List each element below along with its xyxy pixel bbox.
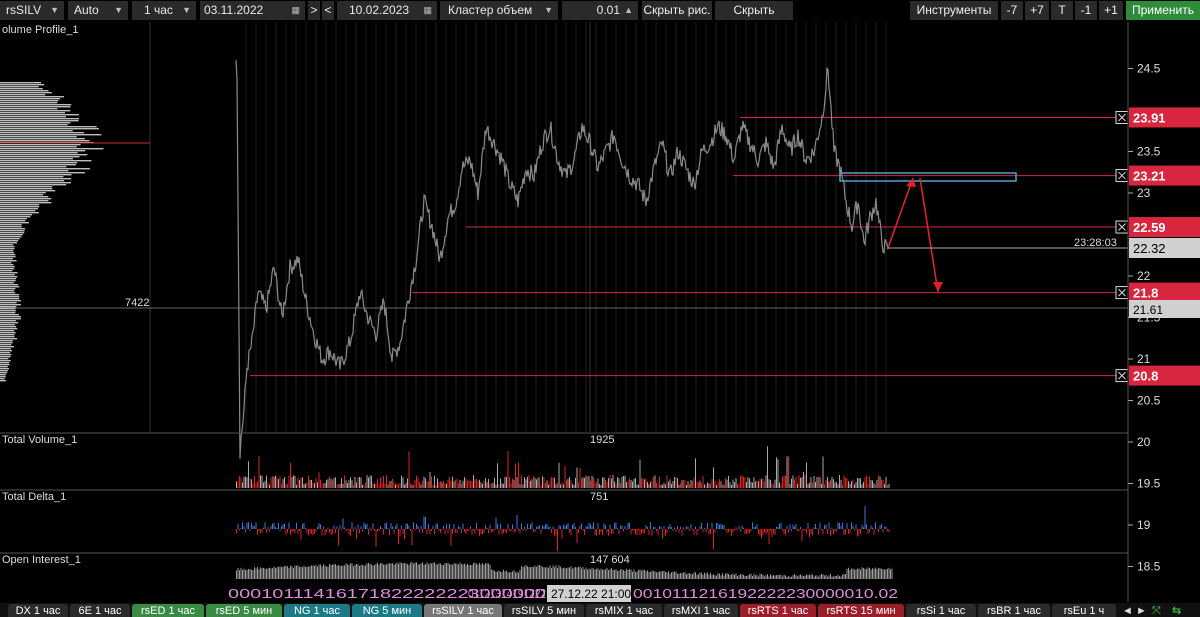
calendar-icon[interactable]: ▦	[423, 1, 432, 20]
total-delta-label: Total Delta_1	[2, 491, 66, 503]
cursor-price-value: 21.61	[1133, 303, 1163, 317]
tab-dx-1-час[interactable]: DX 1 час	[8, 604, 68, 617]
step-value: 0.01	[596, 3, 620, 17]
toolbar: rsSILV ▼ Auto ▼ 1 час ▼ 03.11.2022 ▦ > < 10.…	[0, 0, 1200, 36]
tabs-next-icon[interactable]: ►	[1136, 604, 1147, 617]
chevron-down-icon: ▼	[544, 5, 553, 15]
indicator-value: Кластер объем	[448, 3, 533, 17]
tab-ng-5-мин[interactable]: NG 5 мин	[352, 604, 422, 617]
apply-button[interactable]: Применить	[1126, 1, 1200, 20]
level-price-label: 20.8	[1133, 369, 1158, 384]
open-interest-value: 147 604	[590, 554, 630, 566]
price-tick-label: 20.5	[1137, 394, 1161, 408]
price-tick-label: 22	[1137, 269, 1151, 283]
timeframe-value: 1 час	[144, 3, 173, 17]
tab-6e-1-час[interactable]: 6E 1 час	[70, 604, 130, 617]
price-tick-label: 23.5	[1137, 145, 1161, 159]
calendar-icon[interactable]: ▦	[291, 1, 300, 20]
tab-rseu-1-ч[interactable]: rsEu 1 ч	[1052, 604, 1116, 617]
minus1-button[interactable]: -1	[1075, 1, 1097, 20]
level-price-label: 21.8	[1133, 286, 1158, 301]
chart-background	[0, 22, 1200, 602]
nav-prev-button[interactable]: <	[322, 1, 334, 20]
time-axis-labels-mid: 01121314191222	[468, 586, 546, 601]
t-button[interactable]: T	[1051, 1, 1073, 20]
indicator-select[interactable]: Кластер объем ▼	[440, 1, 558, 20]
price-tick-label: 21	[1137, 352, 1151, 366]
tab-rssilv-1-час[interactable]: rsSILV 1 час	[424, 604, 502, 617]
tab-rssi-1-час[interactable]: rsSi 1 час	[906, 604, 976, 617]
tools-button[interactable]: Инструменты	[910, 1, 998, 20]
price-tick-label: 23	[1137, 186, 1151, 200]
last-price-value: 22.32	[1133, 241, 1166, 256]
chevron-down-icon: ▼	[50, 5, 59, 15]
hide-drawings-button[interactable]: Скрыть рис.	[642, 1, 712, 20]
tab-ng-1-час[interactable]: NG 1 час	[284, 604, 350, 617]
price-tick-label: 19	[1137, 518, 1151, 532]
level-price-label: 23.91	[1133, 110, 1166, 125]
level-price-label: 23.21	[1133, 169, 1166, 184]
date-from-value: 03.11.2022	[204, 3, 264, 17]
scale-value: Auto	[74, 3, 99, 17]
nav-next-button[interactable]: >	[308, 1, 320, 20]
chevron-down-icon: ▼	[114, 5, 123, 15]
symbol-value: rsSILV	[6, 3, 42, 17]
tab-rsmxi-1-час[interactable]: rsMXI 1 час	[664, 604, 738, 617]
profile-max-value: 7422	[125, 297, 149, 309]
open-interest-label: Open Interest_1	[2, 554, 81, 566]
timeframe-select[interactable]: 1 час ▼	[132, 1, 196, 20]
total-delta-value: 751	[590, 491, 608, 503]
tabs-prev-icon[interactable]: ◄	[1122, 604, 1133, 617]
price-tick-label: 24.5	[1137, 62, 1161, 76]
volume-profile-label: olume Profile_1	[2, 24, 78, 36]
plus1-button[interactable]: +1	[1099, 1, 1123, 20]
chevron-down-icon: ▼	[182, 5, 191, 15]
tab-rsed-1-час[interactable]: rsED 1 час	[132, 604, 204, 617]
chart-area[interactable]: olume Profile_1 7422 23:28:03 Total Volu…	[0, 22, 1200, 602]
plus7-button[interactable]: +7	[1025, 1, 1049, 20]
symbol-select[interactable]: rsSILV ▼	[0, 1, 64, 20]
chart-tabs: ◄ ► ⤧ ⇆ DX 1 час 6E 1 час rsED 1 час rsED 5…	[0, 603, 1200, 617]
spin-icon[interactable]: ▲	[624, 1, 633, 20]
tab-rssilv-5-мин[interactable]: rsSILV 5 мин	[504, 604, 584, 617]
total-volume-value: 1925	[590, 434, 614, 446]
date-from-field[interactable]: 03.11.2022 ▦	[200, 1, 305, 20]
chart-canvas[interactable]: olume Profile_1 7422 23:28:03 Total Volu…	[0, 22, 1200, 602]
tab-rsed-5-мин[interactable]: rsED 5 мин	[206, 604, 282, 617]
date-to-value: 10.02.2023	[349, 3, 410, 17]
time-cursor-label: 27.12.22 21:00	[551, 587, 631, 601]
price-tick-label: 18.5	[1137, 560, 1161, 574]
level-price-label: 22.59	[1133, 220, 1166, 235]
tab-rsbr-1-час[interactable]: rsBR 1 час	[978, 604, 1050, 617]
total-volume-label: Total Volume_1	[2, 434, 77, 446]
expand-icon[interactable]: ⤧	[1152, 604, 1161, 617]
price-tick-label: 19.5	[1137, 477, 1161, 491]
time-axis-labels-right: 0010111216192222230000010.02	[633, 586, 898, 601]
tab-rsmix-1-час[interactable]: rsMIX 1 час	[586, 604, 662, 617]
price-tick-label: 20	[1137, 435, 1151, 449]
tab-rsrts-15-мин[interactable]: rsRTS 15 мин	[818, 604, 904, 617]
step-field[interactable]: 0.01 ▲	[562, 1, 638, 20]
tab-rsrts-1-час[interactable]: rsRTS 1 час	[740, 604, 816, 617]
hide-lines-button[interactable]: Скрыть линии	[715, 1, 793, 36]
date-to-field[interactable]: 10.02.2023 ▦	[337, 1, 437, 20]
layout-icon[interactable]: ⇆	[1172, 604, 1181, 617]
minus7-button[interactable]: -7	[1001, 1, 1023, 20]
scale-select[interactable]: Auto ▼	[68, 1, 128, 20]
bar-timer: 23:28:03	[1074, 237, 1117, 249]
